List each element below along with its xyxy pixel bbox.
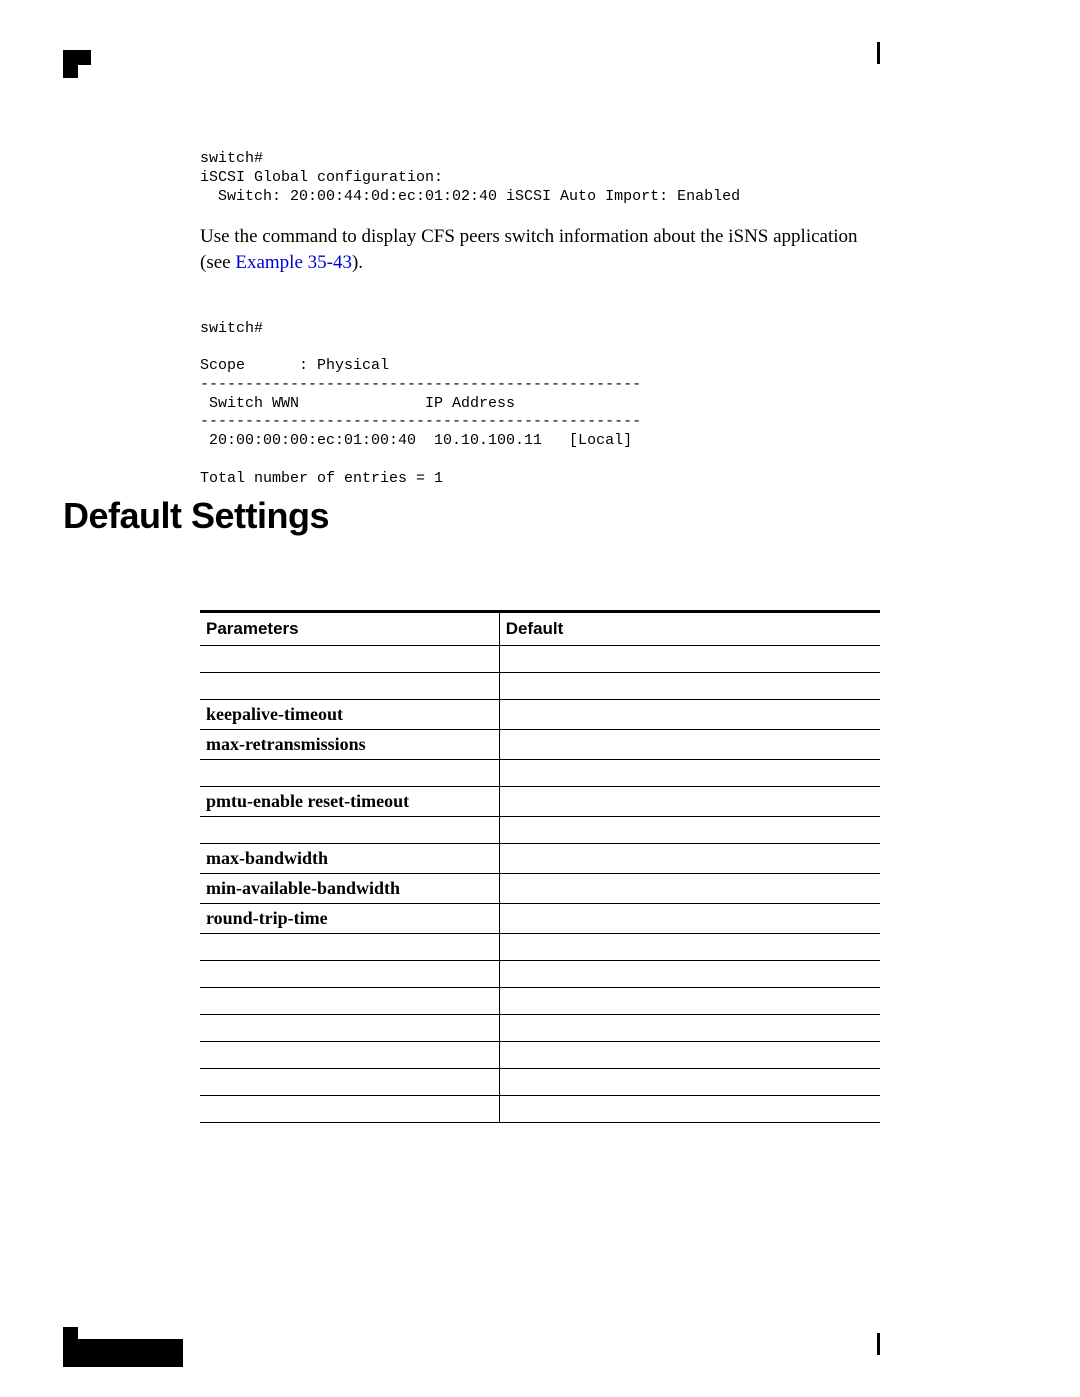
crop-mark-top-right [877, 42, 880, 64]
table-row [200, 934, 880, 961]
table-cell-parameter [200, 760, 499, 787]
table-cell-parameter [200, 961, 499, 988]
default-settings-table-wrapper: Parameters Default keepalive-timeoutmax-… [200, 610, 880, 1123]
table-cell-default [499, 646, 880, 673]
table-body: keepalive-timeoutmax-retransmissions pmtu… [200, 646, 880, 1123]
table-cell-parameter [200, 1069, 499, 1096]
table-cell-default [499, 730, 880, 760]
corner-square-top-hole [78, 65, 91, 78]
table-cell-parameter: pmtu-enable reset-timeout [200, 787, 499, 817]
table-cell-parameter [200, 1042, 499, 1069]
table-cell-default [499, 904, 880, 934]
prose-tail: ). [352, 252, 363, 273]
table-cell-default [499, 1096, 880, 1123]
table-row: min-available-bandwidth [200, 874, 880, 904]
table-cell-parameter: round-trip-time [200, 904, 499, 934]
content-column: switch# iSCSI Global configuration: Swit… [200, 150, 880, 488]
table-cell-default [499, 673, 880, 700]
code-block-cfs-peers: switch# Scope : Physical ---------------… [200, 320, 880, 489]
table-cell-parameter [200, 1096, 499, 1123]
table-row [200, 1096, 880, 1123]
table-row: max-bandwidth [200, 844, 880, 874]
table-cell-default [499, 1015, 880, 1042]
example-link[interactable]: Example 35-43 [235, 252, 352, 273]
table-cell-parameter [200, 934, 499, 961]
table-cell-default [499, 760, 880, 787]
table-row [200, 673, 880, 700]
footer-blackbar [63, 1339, 183, 1367]
table-row [200, 1042, 880, 1069]
table-header-default: Default [499, 612, 880, 646]
table-cell-parameter [200, 646, 499, 673]
table-row [200, 646, 880, 673]
table-row [200, 817, 880, 844]
default-settings-table: Parameters Default keepalive-timeoutmax-… [200, 610, 880, 1123]
table-row: max-retransmissions [200, 730, 880, 760]
table-cell-parameter [200, 673, 499, 700]
table-cell-default [499, 700, 880, 730]
table-row [200, 988, 880, 1015]
prose-lead: Use the [200, 226, 262, 247]
table-cell-default [499, 988, 880, 1015]
table-row [200, 1069, 880, 1096]
table-row: pmtu-enable reset-timeout [200, 787, 880, 817]
section-heading: Default Settings [63, 495, 329, 537]
table-cell-default [499, 874, 880, 904]
table-cell-default [499, 1069, 880, 1096]
table-cell-default [499, 787, 880, 817]
table-header-parameters: Parameters [200, 612, 499, 646]
table-cell-parameter: max-retransmissions [200, 730, 499, 760]
crop-mark-bottom-right [877, 1333, 880, 1355]
table-row [200, 961, 880, 988]
table-row: round-trip-time [200, 904, 880, 934]
table-cell-default [499, 817, 880, 844]
table-cell-parameter [200, 817, 499, 844]
table-cell-parameter [200, 988, 499, 1015]
code-block-iscsi-global: switch# iSCSI Global configuration: Swit… [200, 150, 880, 206]
body-paragraph: Use the command to display CFS peers swi… [200, 224, 880, 275]
table-cell-default [499, 1042, 880, 1069]
table-cell-default [499, 961, 880, 988]
table-cell-parameter: keepalive-timeout [200, 700, 499, 730]
table-row [200, 1015, 880, 1042]
table-cell-parameter [200, 1015, 499, 1042]
table-cell-parameter: max-bandwidth [200, 844, 499, 874]
table-cell-default [499, 934, 880, 961]
table-row: keepalive-timeout [200, 700, 880, 730]
table-cell-parameter: min-available-bandwidth [200, 874, 499, 904]
table-cell-default [499, 844, 880, 874]
table-row [200, 760, 880, 787]
